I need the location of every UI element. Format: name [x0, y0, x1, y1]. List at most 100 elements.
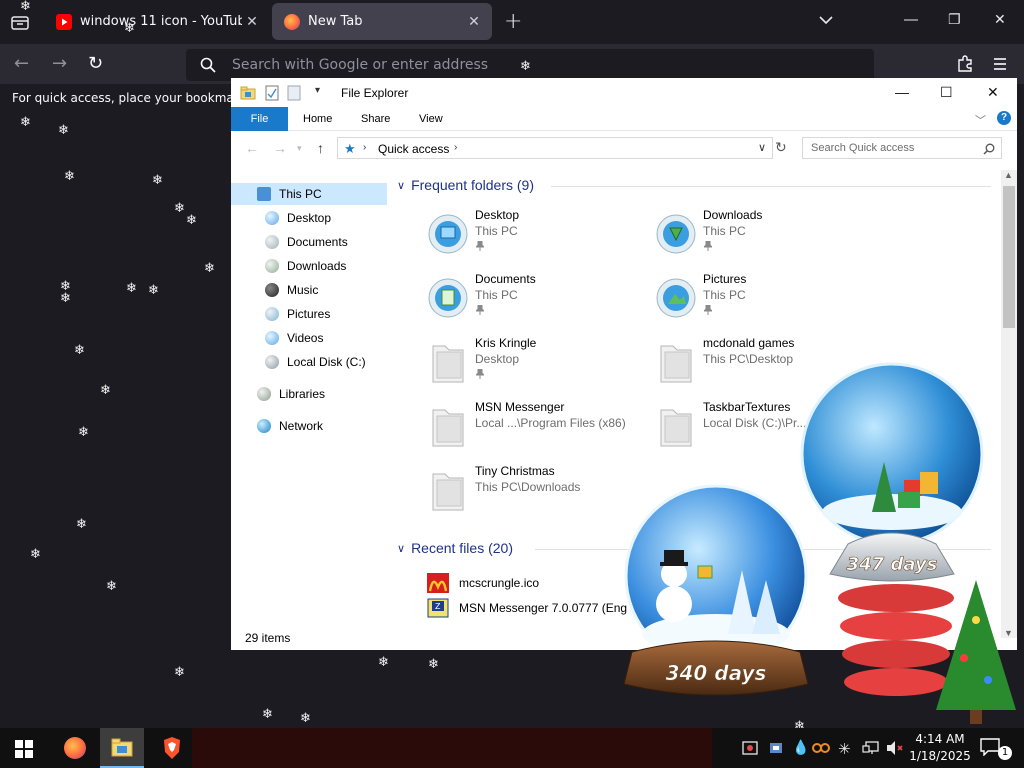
sidebar-item-network[interactable]: Network: [257, 415, 323, 437]
tab-close-icon[interactable]: ✕: [242, 14, 262, 30]
clock-time[interactable]: 4:14 AM: [900, 732, 980, 746]
forward-arrow-icon[interactable]: →: [52, 53, 67, 74]
folder-path: This PC: [475, 224, 518, 238]
music-icon: [265, 283, 279, 297]
recent-files-header[interactable]: ∨ Recent files (20): [397, 540, 513, 556]
sidebar-item-label: Downloads: [287, 259, 347, 273]
tab-home[interactable]: Home: [289, 107, 346, 131]
folder-path: Desktop: [475, 352, 520, 366]
breadcrumb[interactable]: Quick access: [378, 142, 449, 156]
back-arrow-icon[interactable]: ←: [14, 53, 29, 74]
sparkle-icon[interactable]: ✳: [838, 740, 851, 758]
list-all-tabs-icon[interactable]: [10, 12, 30, 32]
tray-app-icon[interactable]: [768, 740, 784, 760]
sidebar-item-downloads[interactable]: Downloads: [265, 255, 346, 277]
snowflake-icon: ❄: [20, 115, 31, 130]
start-button[interactable]: [15, 740, 33, 762]
tab-share[interactable]: Share: [347, 107, 404, 131]
recent-locations-icon[interactable]: ▾: [297, 143, 302, 154]
taskbar-file-explorer[interactable]: [100, 728, 144, 768]
snowflake-icon: ❄: [100, 383, 111, 398]
firefox-icon: [284, 13, 300, 30]
folder-tile-msn-messenger[interactable]: MSN Messenger Local ...\Program Files (x…: [427, 400, 647, 456]
up-arrow-icon[interactable]: ↑: [317, 140, 324, 156]
folder-name: Tiny Christmas: [475, 464, 555, 478]
search-icon: [983, 142, 995, 160]
tray-app-icon[interactable]: [812, 740, 830, 760]
folder-path: This PC: [703, 224, 746, 238]
extensions-icon[interactable]: [956, 54, 974, 76]
tab-view[interactable]: View: [405, 107, 457, 131]
new-folder-icon[interactable]: [287, 85, 301, 106]
folder-tile-downloads[interactable]: Downloads This PC: [655, 208, 875, 264]
sidebar-item-label: Libraries: [279, 387, 326, 401]
taskbar-brave[interactable]: [150, 728, 194, 768]
tab-file[interactable]: File: [231, 107, 288, 131]
close-icon[interactable]: ✕: [994, 12, 1006, 28]
network-icon[interactable]: [862, 740, 880, 760]
sidebar-item-label: Music: [287, 283, 319, 297]
address-bar[interactable]: ★ › Quick access › ∨: [337, 137, 773, 159]
minimize-icon[interactable]: ―: [895, 84, 909, 100]
minimize-icon[interactable]: ―: [904, 12, 918, 28]
folder-tile-pictures[interactable]: Pictures This PC: [655, 272, 875, 328]
folder-path: This PC\Desktop: [703, 352, 794, 366]
snowflake-icon: ❄: [76, 517, 87, 532]
sidebar-item-label: Desktop: [287, 211, 332, 225]
tab-new-tab[interactable]: New Tab ✕: [272, 3, 492, 40]
sidebar-item-music[interactable]: Music: [265, 279, 318, 301]
scroll-thumb[interactable]: [1003, 186, 1015, 328]
recent-file-row[interactable]: mcscrungle.ico: [427, 572, 539, 594]
sidebar-item-documents[interactable]: Documents: [265, 231, 348, 253]
days-countdown-label: 347 days: [847, 554, 938, 575]
tab-close-icon[interactable]: ✕: [464, 14, 484, 30]
sidebar-item-label: Local Disk (C:): [287, 355, 366, 369]
breadcrumb-separator-icon: ›: [363, 142, 367, 153]
tab-youtube[interactable]: windows 11 icon - YouTube ✕: [44, 3, 270, 40]
properties-icon[interactable]: [265, 85, 279, 106]
sidebar-item-libraries[interactable]: Libraries: [257, 383, 325, 405]
maximize-icon[interactable]: ☐: [940, 84, 953, 101]
hamburger-menu-icon[interactable]: [992, 56, 1008, 76]
sidebar-item-label: Network: [279, 419, 324, 433]
new-tab-button[interactable]: +: [504, 9, 522, 34]
folder-tile-desktop[interactable]: Desktop This PC: [427, 208, 647, 264]
help-icon[interactable]: ?: [997, 111, 1011, 125]
droplet-icon[interactable]: 💧: [792, 740, 809, 756]
refresh-icon[interactable]: ↻: [775, 139, 787, 156]
scroll-up-icon[interactable]: ▲: [1004, 170, 1013, 180]
forward-arrow-icon[interactable]: →: [273, 140, 287, 156]
close-icon[interactable]: ✕: [987, 84, 999, 101]
notification-center-icon[interactable]: [980, 738, 1000, 760]
customize-toolbar-dropdown-icon[interactable]: ▾: [315, 85, 320, 96]
sidebar-item-local-disk[interactable]: Local Disk (C:): [265, 351, 366, 373]
group-title: Frequent folders (9): [411, 177, 535, 193]
sidebar-item-pictures[interactable]: Pictures: [265, 303, 330, 325]
sidebar-item-videos[interactable]: Videos: [265, 327, 323, 349]
file-explorer-icon: [111, 738, 133, 757]
snowflake-icon: ❄: [30, 547, 41, 562]
frequent-folders-header[interactable]: ∨ Frequent folders (9): [397, 177, 534, 193]
folder-name: MSN Messenger: [475, 400, 565, 414]
collapse-chevron-icon: ∨: [397, 542, 406, 555]
snowflake-icon: ❄: [58, 123, 69, 138]
recent-file-row[interactable]: Z MSN Messenger 7.0.0777 (Eng: [427, 597, 627, 619]
clock-date[interactable]: 1/18/2025: [900, 749, 980, 763]
tray-app-icon[interactable]: [742, 740, 758, 760]
address-dropdown-icon[interactable]: ∨: [758, 141, 766, 154]
back-arrow-icon[interactable]: ←: [245, 140, 259, 156]
reload-icon[interactable]: ↻: [88, 53, 103, 74]
restore-icon[interactable]: ❐: [948, 12, 961, 28]
folder-name: Pictures: [703, 272, 747, 286]
pictures-icon: [265, 307, 279, 321]
address-row: ← → ▾ ↑ ★ › Quick access › ∨ ↻ Search Qu…: [231, 136, 1017, 164]
vertical-scrollbar[interactable]: ▲ ▼: [1001, 170, 1017, 638]
chevron-down-icon[interactable]: [816, 10, 836, 30]
sidebar-item-this-pc[interactable]: This PC: [231, 183, 387, 205]
expand-ribbon-chevron-icon[interactable]: ﹀: [975, 112, 986, 128]
folder-tile-documents[interactable]: Documents This PC: [427, 272, 647, 328]
taskbar-firefox[interactable]: [52, 728, 96, 768]
folder-tile-kris-kringle[interactable]: Kris Kringle Desktop: [427, 336, 647, 392]
sidebar-item-desktop[interactable]: Desktop: [265, 207, 331, 229]
search-input[interactable]: Search Quick access: [802, 137, 1002, 159]
